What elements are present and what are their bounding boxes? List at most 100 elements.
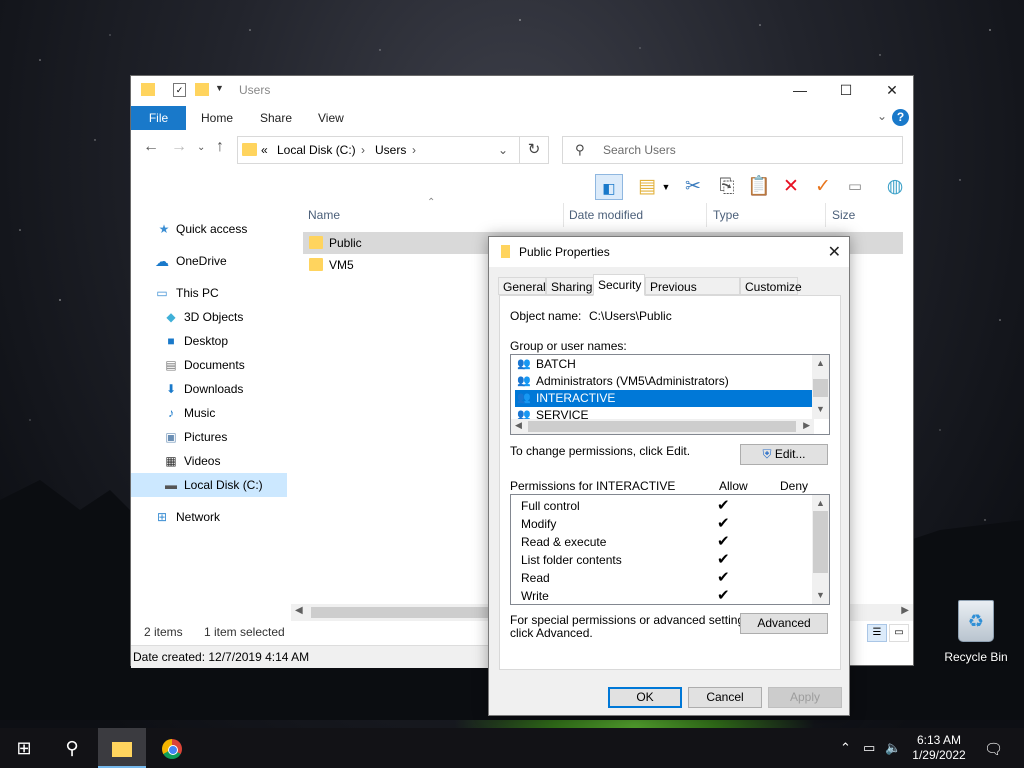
column-header-type[interactable]: Type bbox=[713, 208, 739, 222]
customize-toolbar-icon[interactable]: ▼ bbox=[215, 83, 229, 96]
advanced-button[interactable]: Advanced bbox=[740, 613, 828, 634]
column-divider[interactable] bbox=[563, 203, 564, 227]
properties-icon[interactable]: ✓ bbox=[173, 83, 186, 97]
search-icon[interactable]: ⚲ bbox=[48, 728, 96, 768]
tab-file[interactable]: File bbox=[131, 106, 186, 130]
scroll-right-icon[interactable]: ▶ bbox=[901, 605, 909, 616]
user-row-batch[interactable]: 👥 BATCH bbox=[515, 356, 813, 373]
cancel-button[interactable]: Cancel bbox=[688, 687, 762, 708]
nav-item-local-disk[interactable]: ▬ Local Disk (C:) bbox=[131, 473, 287, 497]
tab-sharing[interactable]: Sharing bbox=[546, 277, 594, 295]
scroll-up-icon[interactable]: ▲ bbox=[812, 495, 829, 511]
scrollbar-thumb[interactable] bbox=[311, 607, 507, 618]
user-row-administrators[interactable]: 👥 Administrators (VM5\Administrators) bbox=[515, 373, 813, 390]
address-overflow[interactable]: « bbox=[261, 143, 268, 157]
chrome-icon[interactable] bbox=[148, 728, 196, 768]
file-explorer-taskbar-icon[interactable] bbox=[98, 728, 146, 768]
group-user-list[interactable]: 👥 BATCH 👥 Administrators (VM5\Administra… bbox=[510, 354, 830, 435]
tab-security[interactable]: Security bbox=[593, 274, 645, 296]
chevron-up-icon[interactable]: ⌃ bbox=[840, 740, 851, 756]
search-input[interactable]: ⚲ Search Users bbox=[562, 136, 903, 164]
windows-start-icon[interactable]: ⊞ bbox=[0, 728, 48, 768]
permissions-list[interactable]: Full control ✔ Modify ✔ Read & execute ✔… bbox=[510, 494, 830, 605]
tab-view[interactable]: View bbox=[318, 106, 344, 130]
column-header-date-modified[interactable]: Date modified bbox=[569, 208, 643, 222]
tab-customize[interactable]: Customize bbox=[740, 277, 802, 295]
scroll-left-icon[interactable]: ◀ bbox=[295, 605, 303, 616]
scrollbar-thumb[interactable] bbox=[813, 511, 828, 573]
vertical-scrollbar[interactable]: ▲ ▼ bbox=[812, 495, 829, 604]
tab-general[interactable]: General bbox=[498, 277, 546, 295]
nav-item-music[interactable]: ♪ Music bbox=[131, 401, 287, 425]
tab-home[interactable]: Home bbox=[201, 106, 233, 130]
volume-muted-icon[interactable]: 🔈 bbox=[885, 740, 901, 756]
forward-arrow-icon[interactable]: → bbox=[171, 138, 187, 156]
recent-locations-icon[interactable]: ⌄ bbox=[197, 142, 205, 153]
tab-previous-versions[interactable]: Previous Versions bbox=[645, 277, 740, 312]
breadcrumb-local-disk[interactable]: Local Disk (C:) bbox=[277, 143, 356, 157]
notification-icon[interactable]: 🗨 bbox=[984, 740, 1003, 758]
vertical-scrollbar[interactable]: ▲ ▼ bbox=[812, 355, 829, 419]
new-item-icon[interactable]: ▤ bbox=[633, 174, 661, 200]
horizontal-scrollbar[interactable]: ◀ ▶ bbox=[511, 419, 814, 434]
allow-check-icon: ✔ bbox=[717, 569, 730, 586]
copy-icon[interactable]: ⎘ bbox=[713, 174, 741, 200]
paste-icon[interactable]: 📋 bbox=[745, 174, 773, 200]
address-dropdown-icon[interactable]: ⌄ bbox=[498, 143, 508, 157]
scroll-down-icon[interactable]: ▼ bbox=[812, 587, 829, 603]
dialog-title: Public Properties bbox=[519, 245, 610, 259]
user-row-interactive[interactable]: 👥 INTERACTIVE bbox=[515, 390, 813, 407]
nav-item-onedrive[interactable]: ☁ OneDrive bbox=[131, 249, 287, 273]
address-bar[interactable]: « Local Disk (C:) › Users › ⌄ bbox=[237, 136, 549, 164]
chevron-down-icon[interactable]: ⌄ bbox=[877, 109, 887, 123]
chevron-down-icon[interactable]: ▼ bbox=[659, 174, 673, 200]
recycle-bin-shortcut[interactable]: ♻ Recycle Bin bbox=[940, 600, 1012, 664]
nav-item-documents[interactable]: ▤ Documents bbox=[131, 353, 287, 377]
new-folder-icon[interactable] bbox=[195, 83, 209, 96]
minimize-button[interactable]: — bbox=[777, 76, 823, 104]
column-divider[interactable] bbox=[825, 203, 826, 227]
details-view-icon[interactable]: ☰ bbox=[867, 624, 887, 642]
nav-item-3d-objects[interactable]: ◆ 3D Objects bbox=[131, 305, 287, 329]
apply-button[interactable]: Apply bbox=[768, 687, 842, 708]
rename-check-icon[interactable]: ✓ bbox=[809, 174, 837, 200]
scroll-down-icon[interactable]: ▼ bbox=[812, 401, 829, 417]
properties-icon[interactable]: ▭ bbox=[841, 174, 869, 200]
large-icons-view-icon[interactable]: ▭ bbox=[889, 624, 909, 642]
up-arrow-icon[interactable]: ↑ bbox=[216, 138, 224, 156]
breadcrumb-users[interactable]: Users bbox=[375, 143, 406, 157]
globe-icon[interactable]: ◍ bbox=[881, 174, 909, 200]
close-button[interactable]: ✕ bbox=[869, 76, 915, 104]
back-arrow-icon[interactable]: ← bbox=[143, 138, 159, 156]
cut-icon[interactable]: ✂ bbox=[679, 174, 707, 200]
scroll-left-icon[interactable]: ◀ bbox=[515, 420, 522, 431]
maximize-button[interactable]: ☐ bbox=[823, 76, 869, 104]
nav-item-this-pc[interactable]: ▭ This PC bbox=[131, 281, 287, 305]
desktop-icon: ■ bbox=[167, 334, 175, 348]
nav-item-network[interactable]: ⊞ Network bbox=[131, 505, 287, 529]
scroll-right-icon[interactable]: ▶ bbox=[803, 420, 810, 431]
ok-button[interactable]: OK bbox=[608, 687, 682, 708]
network-status-icon[interactable]: ▭ bbox=[863, 740, 875, 756]
preview-pane-icon[interactable]: ◧ bbox=[595, 174, 623, 200]
refresh-button[interactable]: ↻ bbox=[519, 136, 549, 164]
column-header-name[interactable]: Name bbox=[308, 208, 340, 222]
nav-item-desktop[interactable]: ■ Desktop bbox=[131, 329, 287, 353]
column-header-size[interactable]: Size bbox=[832, 208, 855, 222]
delete-icon[interactable]: ✕ bbox=[777, 174, 805, 200]
help-icon[interactable]: ? bbox=[892, 109, 909, 126]
ribbon-tabs: File Home Share View ⌄ ? bbox=[131, 106, 913, 130]
nav-item-quick-access[interactable]: ★ Quick access bbox=[131, 217, 287, 241]
scrollbar-thumb[interactable] bbox=[813, 379, 828, 397]
clock[interactable]: 6:13 AM 1/29/2022 bbox=[902, 733, 976, 763]
close-icon[interactable]: ✕ bbox=[828, 242, 841, 262]
click-advanced-text: click Advanced. bbox=[510, 626, 593, 640]
tab-share[interactable]: Share bbox=[260, 106, 292, 130]
nav-item-pictures[interactable]: ▣ Pictures bbox=[131, 425, 287, 449]
scroll-up-icon[interactable]: ▲ bbox=[812, 355, 829, 371]
column-divider[interactable] bbox=[706, 203, 707, 227]
nav-item-videos[interactable]: ▦ Videos bbox=[131, 449, 287, 473]
nav-item-downloads[interactable]: ⬇ Downloads bbox=[131, 377, 287, 401]
scrollbar-thumb[interactable] bbox=[528, 421, 796, 432]
edit-button[interactable]: ⛨ Edit... bbox=[740, 444, 828, 465]
